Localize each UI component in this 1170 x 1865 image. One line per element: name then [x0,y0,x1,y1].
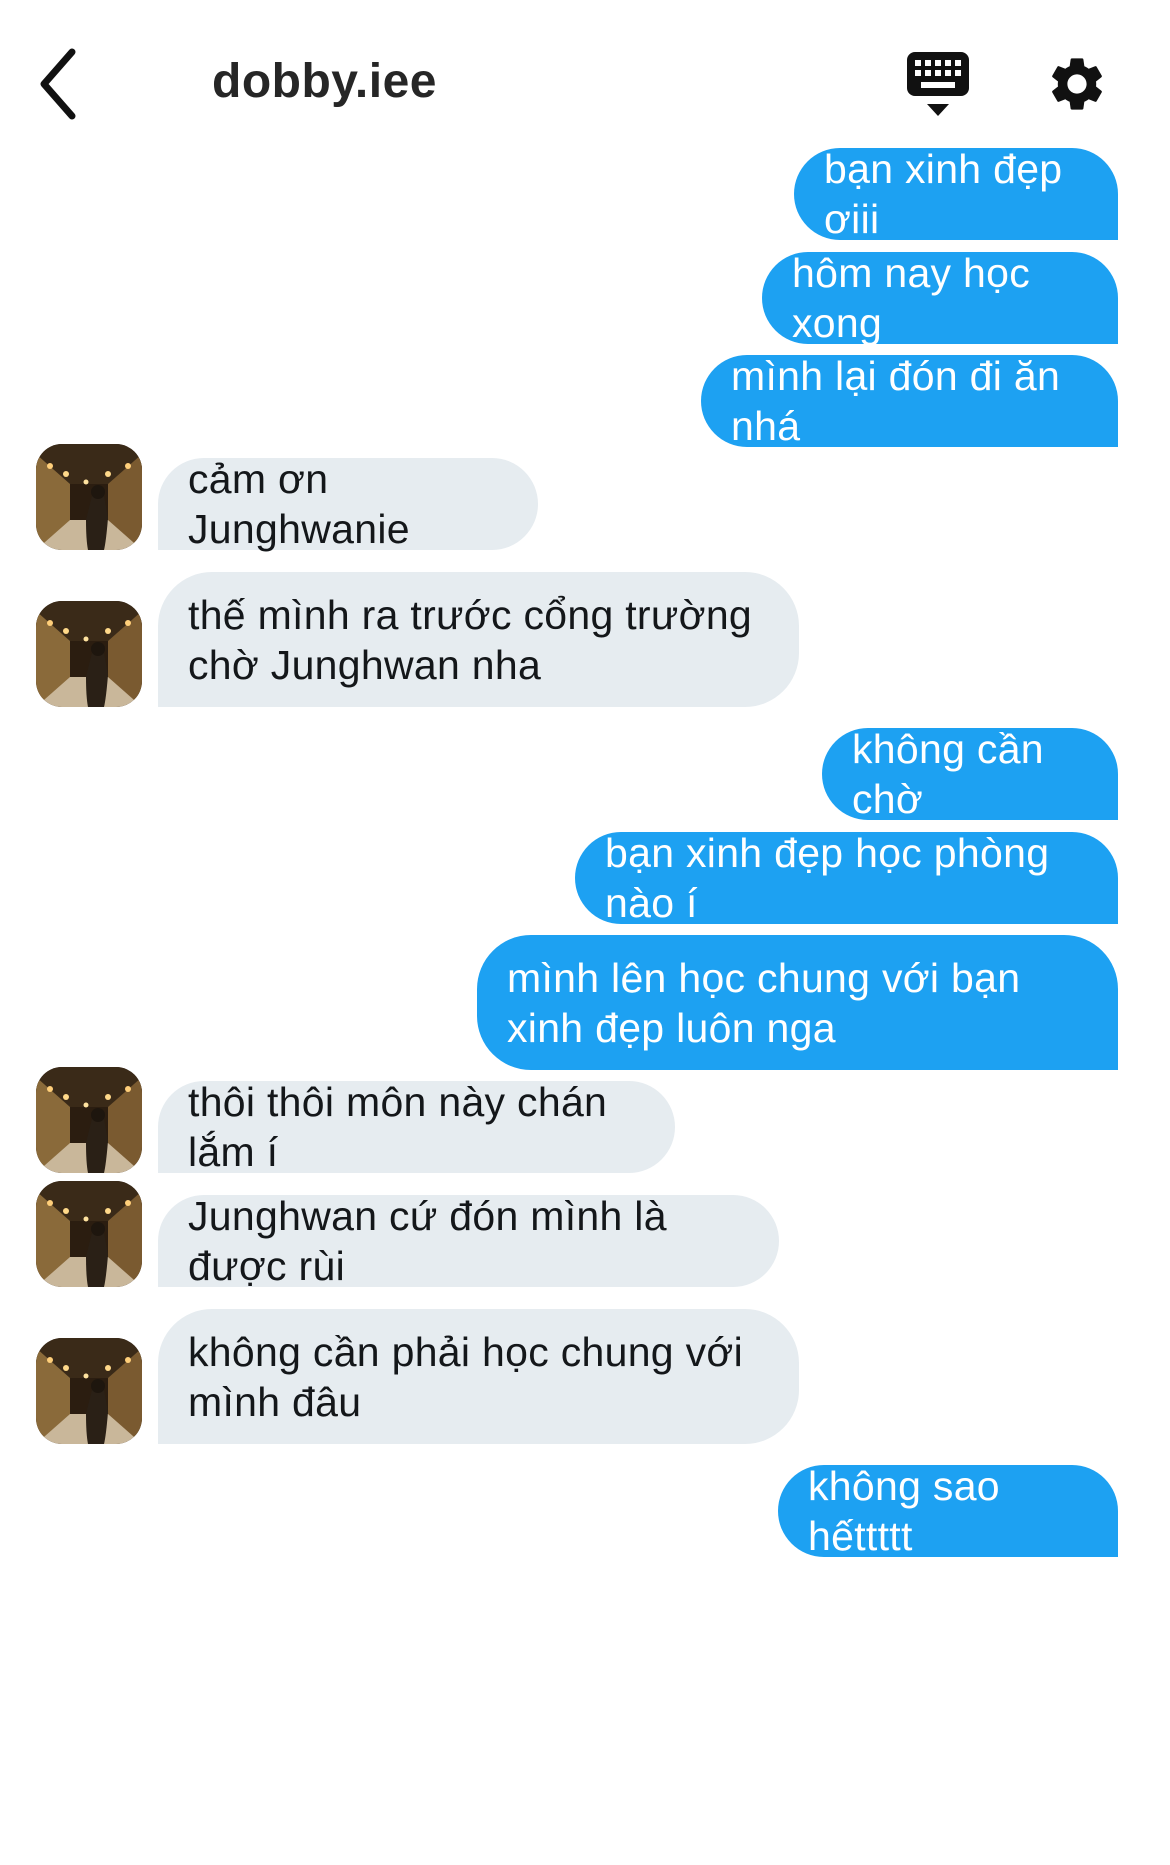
sent-message-bubble[interactable]: mình lên học chung với bạn xinh đẹp luôn… [477,935,1118,1070]
sent-message-bubble[interactable]: không cần chờ [822,726,1118,822]
sent-message-bubble[interactable]: hôm nay học xong [762,250,1118,346]
chevron-left-icon[interactable] [36,46,96,122]
gear-icon[interactable] [1045,52,1109,116]
sent-message-bubble[interactable]: bạn xinh đẹp học phòng nào í [575,830,1118,926]
received-message-bubble[interactable]: thôi thôi môn này chán lắm í [158,1079,675,1175]
sent-message-bubble[interactable]: không sao hếttttt [778,1463,1118,1559]
received-message-bubble[interactable]: cảm ơn Junghwanie [158,456,538,552]
sent-message-bubble[interactable]: mình lại đón đi ăn nhá [701,353,1118,449]
avatar[interactable] [36,1338,142,1444]
avatar[interactable] [36,601,142,707]
keyboard-icon[interactable] [905,50,971,118]
conversation-header: dobby.iee [0,0,1170,160]
received-message-bubble[interactable]: thế mình ra trước cổng trường chờ Junghw… [158,572,799,707]
avatar[interactable] [36,1067,142,1173]
received-message-bubble[interactable]: không cần phải học chung với mình đâu [158,1309,799,1444]
received-message-bubble[interactable]: Junghwan cứ đón mình là được rùi [158,1193,779,1289]
avatar[interactable] [36,444,142,550]
conversation-title[interactable]: dobby.iee [212,52,437,112]
sent-message-bubble[interactable]: bạn xinh đẹp ơiii [794,146,1118,242]
avatar[interactable] [36,1181,142,1287]
